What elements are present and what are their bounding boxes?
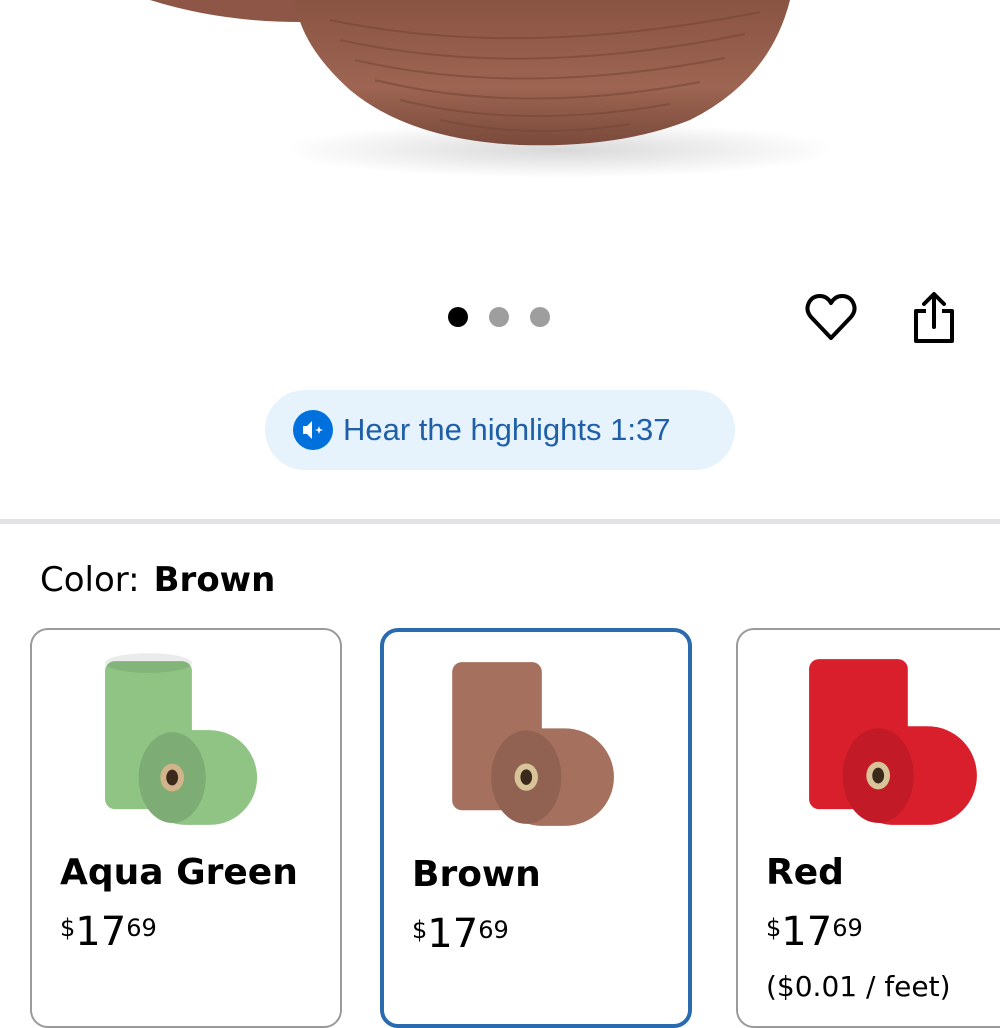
option-name: Red [766,852,844,893]
price-cents: 69 [126,914,157,942]
swatch-image [452,662,614,826]
option-name: Aqua Green [60,852,298,893]
audio-sparkle-icon [293,410,333,450]
price-currency: $ [766,914,782,942]
share-icon [914,292,954,343]
price-whole: 17 [427,911,479,957]
color-selector-heading: Color: Brown [40,560,275,600]
swatch-image [105,653,258,825]
price-cents: 69 [832,914,863,942]
pagination-dot[interactable] [489,307,509,327]
product-image[interactable] [0,0,1000,290]
price-whole: 17 [75,909,127,955]
option-name: Brown [412,854,541,895]
favorite-button[interactable] [803,290,859,346]
color-option-brown[interactable]: Brown $1769 [380,628,692,1028]
price-cents: 69 [478,916,509,944]
selected-color: Brown [153,560,276,600]
unit-price: ($0.01 / feet) [766,970,951,1003]
price-currency: $ [412,916,428,944]
share-button[interactable] [906,289,962,345]
section-divider [0,519,1000,524]
pagination-dot[interactable] [530,307,550,327]
option-price: $1769 [60,912,157,952]
hear-highlights-label: Hear the highlights 1:37 [343,412,671,447]
swatch-image [809,659,977,825]
color-label: Color: [40,560,140,600]
image-pagination [448,307,550,327]
heart-outline-icon [805,294,857,340]
color-option-aqua-green[interactable]: Aqua Green $1769 [30,628,342,1028]
price-currency: $ [60,914,76,942]
option-price: $1769 [766,912,863,952]
price-whole: 17 [781,909,833,955]
color-option-red[interactable]: Red $1769 ($0.01 / feet) [736,628,1000,1028]
option-price: $1769 [412,914,509,954]
pagination-dot[interactable] [448,307,468,327]
hear-highlights-button[interactable]: Hear the highlights 1:37 [265,390,735,470]
